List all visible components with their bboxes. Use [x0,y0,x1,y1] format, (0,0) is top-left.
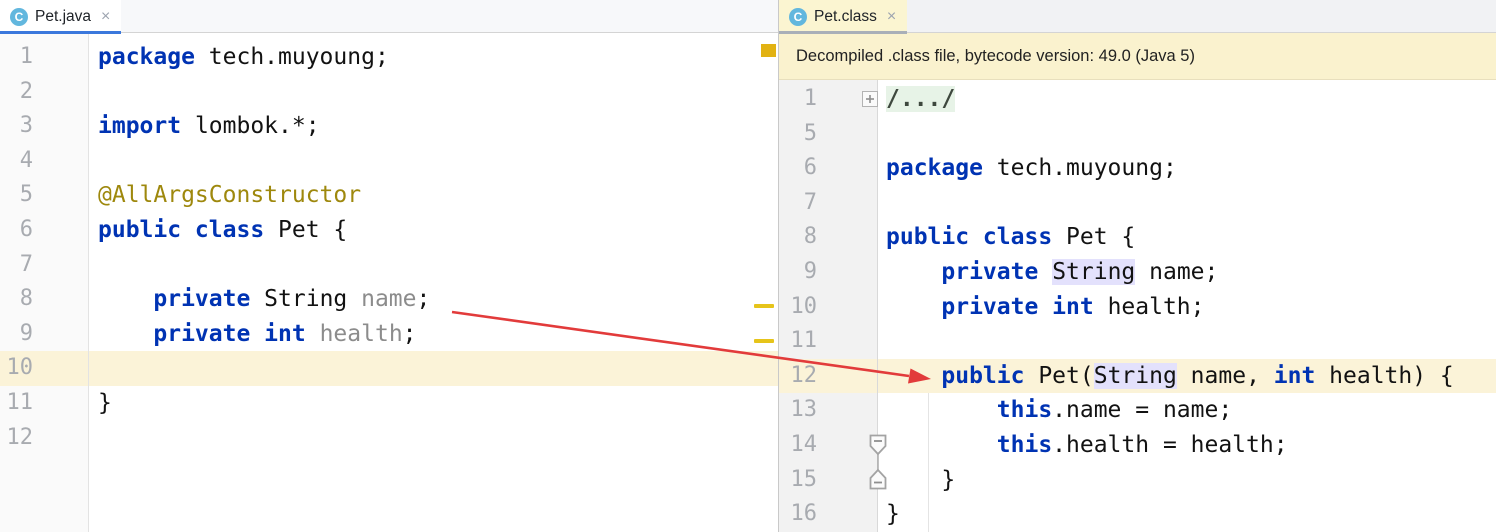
split-divider[interactable] [778,0,779,532]
code-line[interactable]: 16} [779,497,1496,532]
line-number[interactable]: 3 [0,109,88,144]
line-number[interactable]: 10 [779,290,877,325]
tab-label: Pet.java [35,7,92,25]
line-number[interactable]: 12 [0,421,88,456]
code-line[interactable]: 1 package tech.muyoung; [0,40,778,75]
code-line[interactable]: 7 [0,248,778,283]
code-line[interactable]: 13 this.name = name; [779,393,1496,428]
tabbar-right: C Pet.class × [779,0,1496,34]
fold-region-handle-icon[interactable] [869,434,887,490]
decompiled-file-banner: Decompiled .class file, bytecode version… [779,33,1496,80]
line-number[interactable]: 2 [0,75,88,110]
line-number[interactable]: 6 [779,151,877,186]
error-stripe-warning-mark[interactable] [754,339,774,343]
code-line[interactable]: 8 public class Pet { [779,220,1496,255]
code-line[interactable]: 5 @AllArgsConstructor [0,178,778,213]
code-line[interactable]: 7 [779,186,1496,221]
code-line[interactable]: 8 private String name; [0,282,778,317]
line-number[interactable]: 7 [779,186,877,221]
line-number[interactable]: 4 [0,144,88,179]
code-line[interactable]: 3 import lombok.*; [0,109,778,144]
left-code-lines: 1 package tech.muyoung; 2 3 import lombok.*;… [0,33,778,455]
code-text: import lombok.*; [98,113,320,140]
code-line[interactable]: 4 [0,144,778,179]
code-line[interactable]: 12 [0,421,778,456]
line-number[interactable]: 11 [0,386,88,421]
code-text: public class Pet { [886,224,1136,251]
code-text: public Pet(String name, int health) { [941,362,1454,389]
code-text: @AllArgsConstructor [98,182,362,209]
code-text: } [98,389,112,416]
code-text: public class Pet { [98,216,348,243]
java-class-icon: C [789,7,807,26]
close-icon[interactable]: × [887,8,896,26]
code-text: this.health = health; [996,431,1288,458]
code-line[interactable]: 1/.../ [779,82,1496,117]
code-line[interactable]: 10 private int health; [779,290,1496,325]
line-number[interactable]: 5 [0,178,88,213]
line-number[interactable]: 15 [779,463,877,498]
code-editor-class[interactable]: 1/.../5 6 package tech.muyoung; 7 8 public cl… [779,80,1496,532]
code-text: } [886,466,956,493]
tab-pet-class[interactable]: C Pet.class × [779,0,908,34]
code-line[interactable]: 2 [0,75,778,110]
code-text: private String name; [941,258,1219,285]
line-number[interactable]: 9 [779,255,877,290]
gutter-separator [88,33,89,532]
code-editor-java[interactable]: 1 package tech.muyoung; 2 3 import lombok.*;… [0,33,778,532]
code-line[interactable]: 10 [0,351,778,386]
code-line[interactable]: 6 public class Pet { [0,213,778,248]
code-text: this.name = name; [996,397,1233,424]
close-icon[interactable]: × [101,8,110,26]
code-text: private int health; [153,320,417,347]
code-text: private String name; [153,286,431,313]
code-text: package tech.muyoung; [886,155,1177,182]
code-line[interactable]: 9 private int health; [0,317,778,352]
tab-label: Pet.class [814,7,877,25]
java-class-icon: C [10,7,28,26]
editor-pane-pet-class: C Pet.class × Decompiled .class file, by… [779,0,1496,532]
line-number[interactable]: 7 [0,248,88,283]
line-number[interactable]: 9 [0,317,88,352]
line-number[interactable]: 16 [779,497,877,532]
line-number[interactable]: 11 [779,324,877,359]
active-tab-underline [0,31,122,34]
line-number[interactable]: 1 [0,40,88,75]
code-line[interactable]: 11} [0,386,778,421]
code-text: package tech.muyoung; [98,44,389,70]
line-number[interactable]: 12 [779,359,877,394]
line-number[interactable]: 5 [779,117,877,152]
code-text: private int health; [941,293,1205,320]
selected-tab-underline [779,31,908,34]
code-line[interactable]: 9 private String name; [779,255,1496,290]
line-number[interactable]: 6 [0,213,88,248]
code-line[interactable]: 12 public Pet(String name, int health) { [779,358,1496,394]
code-text: /.../ [886,86,956,112]
line-number[interactable]: 13 [779,393,877,428]
error-stripe-warning-mark[interactable] [754,304,774,308]
line-number[interactable]: 14 [779,428,877,463]
line-number[interactable]: 10 [0,351,88,386]
code-text: } [886,501,900,528]
code-line[interactable]: 6 package tech.muyoung; [779,151,1496,186]
code-line[interactable]: 11 [779,324,1496,359]
editor-pane-pet-java: C Pet.java × 1 package tech.muyoung; 2 3 imp… [0,0,778,532]
tab-pet-java[interactable]: C Pet.java × [0,0,122,34]
error-stripe-status-icon[interactable] [761,44,776,57]
line-number[interactable]: 8 [0,282,88,317]
code-line[interactable]: 5 [779,117,1496,152]
tabbar-left: C Pet.java × [0,0,778,34]
line-number[interactable]: 8 [779,220,877,255]
fold-expand-icon[interactable] [862,91,878,107]
